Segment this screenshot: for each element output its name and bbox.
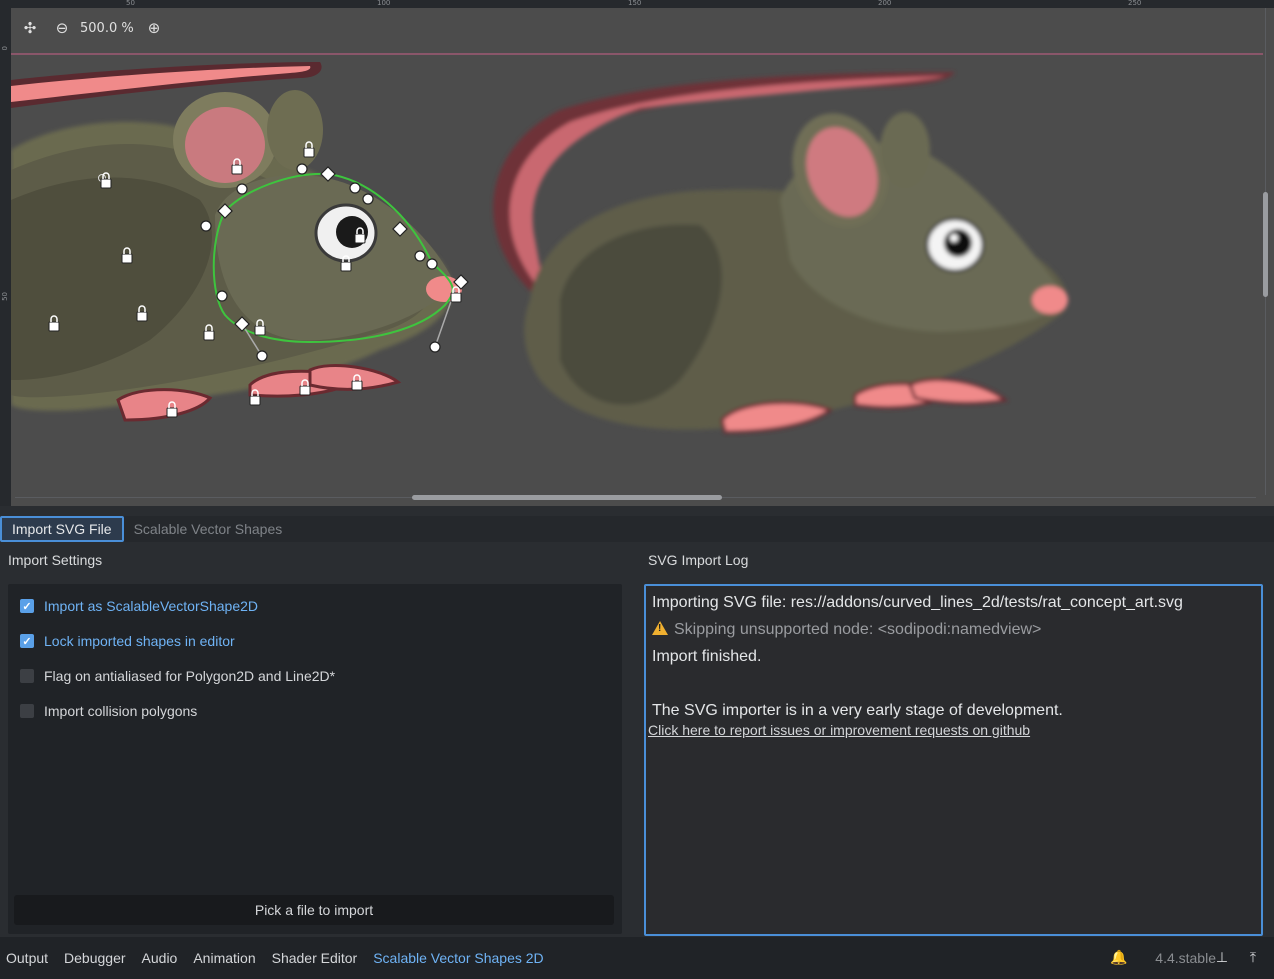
horizontal-scrollbar[interactable]: [15, 495, 1256, 500]
version-label: 4.4.stable: [1155, 937, 1216, 979]
antialiased-checkbox[interactable]: Flag on antialiased for Polygon2D and Li…: [20, 666, 335, 686]
log-line: The SVG importer is in a very early stag…: [652, 702, 1063, 719]
svg-import-log-section: SVG Import Log Importing SVG file: res:/…: [640, 542, 1274, 937]
scalable-vector-shapes-2d-tab[interactable]: Scalable Vector Shapes 2D: [365, 937, 551, 979]
warning-text: Skipping unsupported node: <sodipodi:nam…: [674, 621, 1042, 638]
animation-tab[interactable]: Animation: [185, 937, 263, 979]
import-settings-title: Import Settings: [8, 552, 103, 568]
ruler-tick-label: 0: [1, 46, 9, 51]
zoom-controls: ✣ ⊖ 500.0 % ⊕: [18, 14, 166, 42]
ruler-top[interactable]: 50 100 150 200 250: [0, 0, 1274, 8]
import-as-svs2d-checkbox[interactable]: ✓ Import as ScalableVectorShape2D: [20, 596, 258, 616]
ruler-tick-label: 200: [878, 0, 892, 7]
scrollbar-thumb[interactable]: [1263, 192, 1268, 297]
shader-editor-tab[interactable]: Shader Editor: [264, 937, 366, 979]
log-warning-line: Skipping unsupported node: <sodipodi:nam…: [652, 621, 1041, 639]
pick-file-button[interactable]: Pick a file to import: [14, 895, 614, 925]
import-log-box[interactable]: Importing SVG file: res://addons/curved_…: [644, 584, 1263, 936]
pin-icon[interactable]: ⊥: [1213, 949, 1231, 967]
ruler-tick-label: 100: [377, 0, 391, 7]
ruler-tick-label: 50: [126, 0, 135, 7]
editor-window: 50 100 150 200 250 0 50 ✣ ⊖ 500.0 % ⊕ Im…: [0, 0, 1274, 979]
output-tab[interactable]: Output: [0, 937, 56, 979]
scrollbar-thumb[interactable]: [412, 495, 722, 500]
checkbox-checked-icon: ✓: [20, 599, 34, 613]
zoom-in-icon[interactable]: ⊕: [142, 16, 166, 40]
version-text: 4.4.stable: [1155, 950, 1216, 966]
ruler-tick-label: 250: [1128, 0, 1142, 7]
vertical-scrollbar[interactable]: [1263, 8, 1268, 495]
ruler-left[interactable]: 0 50: [0, 0, 11, 506]
audio-tab[interactable]: Audio: [134, 937, 186, 979]
checkbox-label: Import as ScalableVectorShape2D: [44, 598, 259, 614]
rat-vector-shapes[interactable]: [11, 62, 462, 422]
bottom-panel: Import SVG File Scalable Vector Shapes I…: [0, 506, 1274, 937]
collision-polygons-checkbox[interactable]: Import collision polygons: [20, 701, 197, 721]
checkbox-unchecked-icon: [20, 704, 34, 718]
canvas-viewport[interactable]: 50 100 150 200 250 0 50 ✣ ⊖ 500.0 % ⊕: [0, 0, 1274, 506]
import-settings-section: Import Settings ✓ Import as ScalableVect…: [0, 542, 632, 937]
checkbox-label: Flag on antialiased for Polygon2D and Li…: [44, 668, 336, 684]
report-issues-link[interactable]: Click here to report issues or improveme…: [648, 722, 1030, 738]
ruler-tick-label: 50: [1, 292, 9, 301]
scene-canvas[interactable]: [11, 8, 1263, 494]
tab-import-svg-file[interactable]: Import SVG File: [0, 516, 124, 542]
bottom-bar: Output Debugger Audio Animation Shader E…: [0, 937, 1274, 979]
center-view-icon[interactable]: ✣: [18, 16, 42, 40]
ruler-tick-label: 150: [628, 0, 642, 7]
warning-icon: [652, 621, 668, 635]
checkbox-label: Import collision polygons: [44, 703, 198, 719]
bell-icon[interactable]: 🔔: [1110, 949, 1128, 967]
log-line: Import finished.: [652, 648, 762, 665]
rat-reference-image[interactable]: [493, 72, 1068, 434]
lock-shapes-checkbox[interactable]: ✓ Lock imported shapes in editor: [20, 631, 235, 651]
import-settings-box: ✓ Import as ScalableVectorShape2D ✓ Lock…: [8, 584, 622, 934]
debugger-tab[interactable]: Debugger: [56, 937, 134, 979]
import-log-title: SVG Import Log: [648, 552, 749, 568]
log-line: Importing SVG file: res://addons/curved_…: [652, 594, 1183, 611]
tab-scalable-vector-shapes[interactable]: Scalable Vector Shapes: [124, 516, 293, 542]
checkbox-unchecked-icon: [20, 669, 34, 683]
checkbox-label: Lock imported shapes in editor: [44, 633, 235, 649]
expand-icon[interactable]: ⤒: [1244, 949, 1262, 967]
zoom-out-icon[interactable]: ⊖: [50, 16, 74, 40]
zoom-level-button[interactable]: 500.0 %: [74, 21, 142, 36]
panel-tabs: Import SVG File Scalable Vector Shapes: [0, 516, 292, 542]
checkbox-checked-icon: ✓: [20, 634, 34, 648]
